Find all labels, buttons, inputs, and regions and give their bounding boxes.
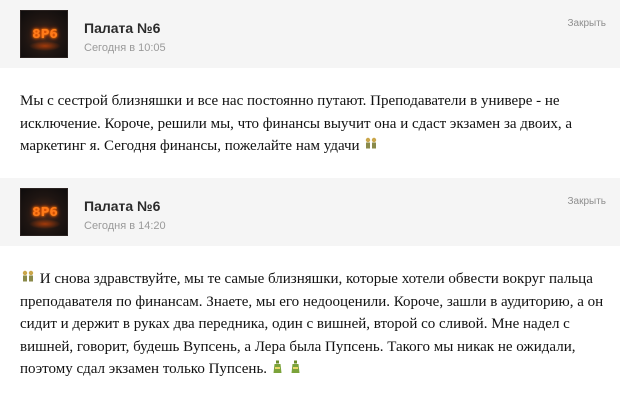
bottle-emoji-icon bbox=[271, 359, 285, 382]
post-text: Мы с сестрой близняшки и все нас постоян… bbox=[20, 90, 605, 158]
twins-emoji-icon bbox=[363, 135, 379, 158]
avatar[interactable]: 8Р6 bbox=[20, 188, 68, 236]
post-header: 8Р6 Палата №6 Сегодня в 14:20 Закрыть bbox=[0, 178, 620, 246]
avatar[interactable]: 8Р6 bbox=[20, 10, 68, 58]
post-header: 8Р6 Палата №6 Сегодня в 10:05 Закрыть bbox=[0, 0, 620, 68]
post-time[interactable]: Сегодня в 14:20 bbox=[84, 220, 166, 232]
post-body: И снова здравствуйте, мы те самые близня… bbox=[20, 271, 604, 378]
avatar-logo: 8Р6 bbox=[32, 27, 58, 41]
bottle-emoji-icon bbox=[289, 359, 303, 382]
twins-emoji-icon bbox=[20, 268, 36, 291]
author-name[interactable]: Палата №6 bbox=[84, 20, 160, 36]
post-time[interactable]: Сегодня в 10:05 bbox=[84, 42, 166, 54]
post-body: Мы с сестрой близняшки и все нас постоян… bbox=[20, 93, 573, 154]
close-button[interactable]: Закрыть bbox=[567, 18, 606, 29]
avatar-logo: 8Р6 bbox=[32, 205, 58, 219]
close-button[interactable]: Закрыть bbox=[567, 196, 606, 207]
post-text: И снова здравствуйте, мы те самые близня… bbox=[20, 268, 605, 381]
author-name[interactable]: Палата №6 bbox=[84, 198, 160, 214]
